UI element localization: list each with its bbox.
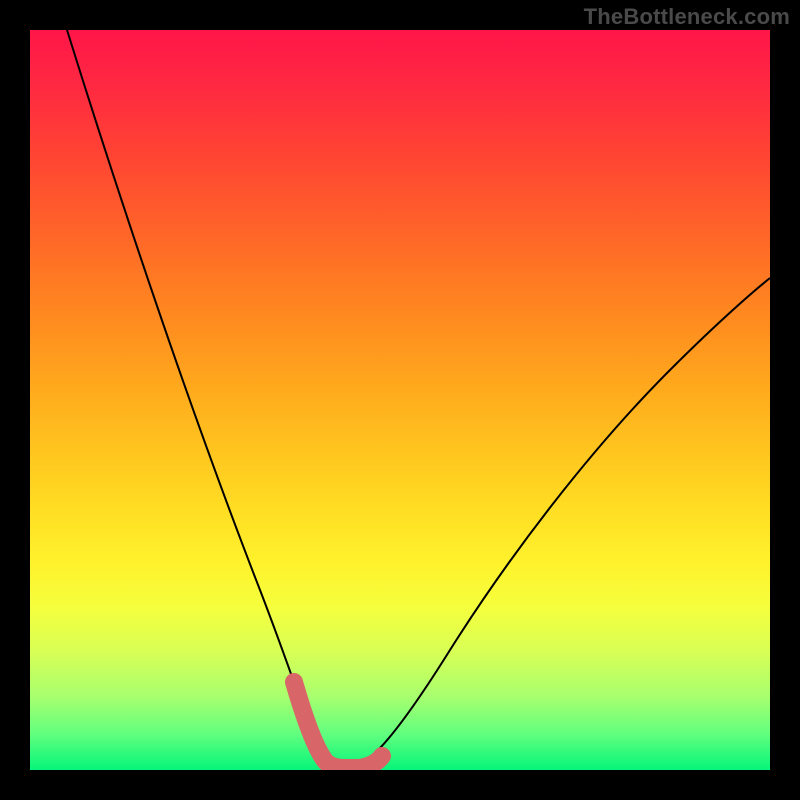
bottleneck-curve	[67, 30, 770, 768]
chart-frame: TheBottleneck.com	[0, 0, 800, 800]
watermark-text: TheBottleneck.com	[584, 4, 790, 30]
optimal-range-marker	[294, 682, 382, 768]
curve-layer	[30, 30, 770, 770]
plot-area	[30, 30, 770, 770]
